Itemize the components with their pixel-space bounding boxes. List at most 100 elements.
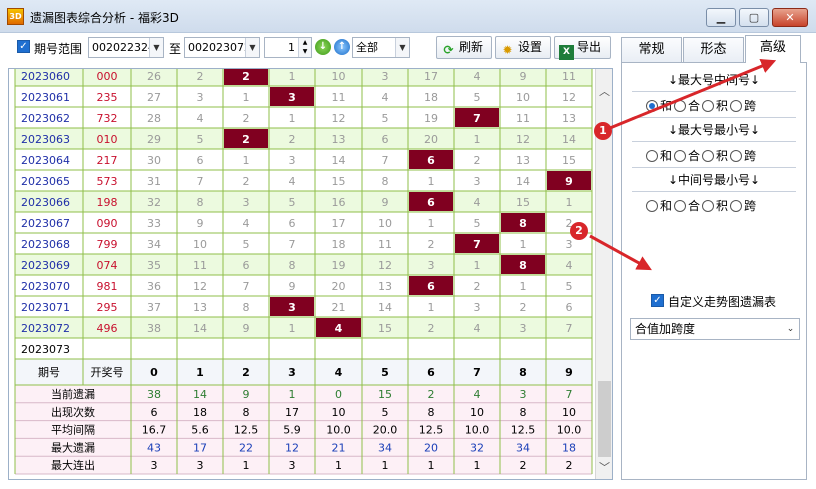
scroll-thumb[interactable]	[598, 381, 611, 457]
chevron-down-icon[interactable]: ▼	[395, 38, 409, 57]
miss-value: 13	[516, 154, 530, 167]
settings-button[interactable]: ✹ 设置	[495, 36, 551, 59]
hit-number: 3	[288, 91, 296, 104]
start-issue-combo[interactable]: 002022324 ▼	[88, 37, 164, 58]
arrow-down-icon[interactable]: ↓	[315, 39, 331, 55]
radio-option[interactable]: 积	[702, 147, 728, 164]
draw-cell: 295	[97, 301, 118, 314]
miss-value: 2	[474, 280, 481, 293]
radio-icon[interactable]	[646, 200, 658, 212]
chevron-down-icon[interactable]: ▼	[149, 38, 163, 57]
hit-number: 6	[427, 280, 435, 293]
radio-icon[interactable]	[730, 200, 743, 212]
miss-value: 8	[243, 301, 250, 314]
step-value: 1	[288, 41, 295, 54]
close-icon: ✕	[785, 11, 795, 24]
radio-icon[interactable]	[674, 200, 687, 212]
radio-option[interactable]: 和	[646, 197, 672, 214]
mode-combo[interactable]: 合值加跨度 ⌄	[630, 318, 800, 340]
scroll-down-icon[interactable]: ﹀	[596, 459, 612, 476]
header-digit: 4	[335, 366, 343, 379]
radio-option[interactable]: 跨	[730, 197, 756, 214]
miss-value: 9	[197, 217, 204, 230]
radio-option[interactable]: 跨	[730, 147, 756, 164]
miss-value: 10	[516, 91, 530, 104]
radio-option[interactable]: 合	[674, 97, 700, 114]
miss-value: 38	[147, 322, 161, 335]
radio-option[interactable]: 和	[646, 147, 672, 164]
stat-value: 12	[285, 441, 299, 454]
radio-icon[interactable]	[674, 150, 687, 162]
custom-table-checkbox[interactable]: ✓	[651, 294, 664, 307]
miss-value: 18	[424, 91, 438, 104]
hit-number: 8	[519, 259, 527, 272]
stat-value: 4	[474, 388, 481, 401]
stat-value: 20.0	[373, 424, 398, 437]
custom-table-label: 自定义走势图遗漏表	[668, 295, 777, 309]
start-issue-value: 002022324	[92, 41, 155, 54]
miss-value: 4	[566, 259, 573, 272]
radio-option[interactable]: 跨	[730, 97, 756, 114]
radio-option[interactable]: 和	[646, 97, 672, 114]
miss-value: 2	[197, 70, 204, 83]
header-digit: 9	[565, 366, 573, 379]
header-digit: 1	[196, 366, 204, 379]
stat-value: 10	[562, 406, 576, 419]
radio-icon[interactable]	[674, 100, 687, 112]
miss-value: 4	[382, 91, 389, 104]
radio-icon[interactable]	[646, 150, 658, 162]
chevron-down-icon[interactable]: ⌄	[782, 319, 799, 339]
radio-option[interactable]: 积	[702, 97, 728, 114]
radio-icon[interactable]	[702, 100, 715, 112]
radio-icon[interactable]	[702, 200, 715, 212]
scope-combo[interactable]: 全部 ▼	[352, 37, 410, 58]
miss-value: 13	[378, 280, 392, 293]
chevron-down-icon[interactable]: ▼	[245, 38, 259, 57]
draw-cell: 235	[97, 91, 118, 104]
miss-value: 7	[289, 238, 296, 251]
close-button[interactable]: ✕	[772, 8, 808, 27]
step-spinbox[interactable]: 1 ▲ ▼	[264, 37, 312, 58]
range-checkbox[interactable]: ✓	[17, 40, 30, 53]
miss-value: 3	[243, 196, 250, 209]
radio-label: 合	[688, 199, 701, 213]
stat-value: 18	[193, 406, 207, 419]
stat-value: 6	[151, 406, 158, 419]
miss-value: 14	[332, 154, 346, 167]
spin-arrows-icon[interactable]: ▲ ▼	[298, 38, 311, 57]
radio-icon[interactable]	[646, 100, 658, 112]
miss-value: 1	[474, 259, 481, 272]
radio-icon[interactable]	[730, 150, 743, 162]
tab-general[interactable]: 常规	[621, 37, 682, 62]
export-button[interactable]: X 导出	[554, 36, 611, 60]
miss-value: 7	[382, 154, 389, 167]
radio-icon[interactable]	[730, 100, 743, 112]
issue-cell: 2023068	[21, 238, 70, 251]
radio-option[interactable]: 积	[702, 197, 728, 214]
minimize-button[interactable]: ▁	[706, 8, 736, 27]
stat-value: 3	[197, 459, 204, 472]
miss-value: 3	[289, 154, 296, 167]
miss-value: 13	[562, 112, 576, 125]
omission-table: 2023060 000 26 2 2 1 10 3 17 4 9 11 2023061 235 27 3 1 3 1…	[8, 68, 613, 480]
stat-value: 0	[335, 388, 342, 401]
end-issue-combo[interactable]: 002023072 ▼	[184, 37, 260, 58]
miss-value: 3	[474, 301, 481, 314]
radio-label: 跨	[744, 149, 757, 163]
scroll-up-icon[interactable]: ︿	[596, 83, 612, 100]
miss-value: 2	[520, 301, 527, 314]
stat-value: 5	[382, 406, 389, 419]
radio-option[interactable]: 合	[674, 147, 700, 164]
tab-shape[interactable]: 形态	[683, 37, 744, 62]
maximize-button[interactable]: ▢	[739, 8, 769, 27]
radio-option[interactable]: 合	[674, 197, 700, 214]
stat-value: 17	[285, 406, 299, 419]
radio-icon[interactable]	[702, 150, 715, 162]
miss-value: 7	[197, 175, 204, 188]
refresh-button[interactable]: ⟳ 刷新	[436, 36, 492, 59]
miss-value: 30	[147, 154, 161, 167]
tab-advanced[interactable]: 高级	[745, 35, 801, 63]
miss-value: 20	[332, 280, 346, 293]
draw-cell: 732	[97, 112, 118, 125]
arrow-up-icon[interactable]: ↑	[334, 39, 350, 55]
